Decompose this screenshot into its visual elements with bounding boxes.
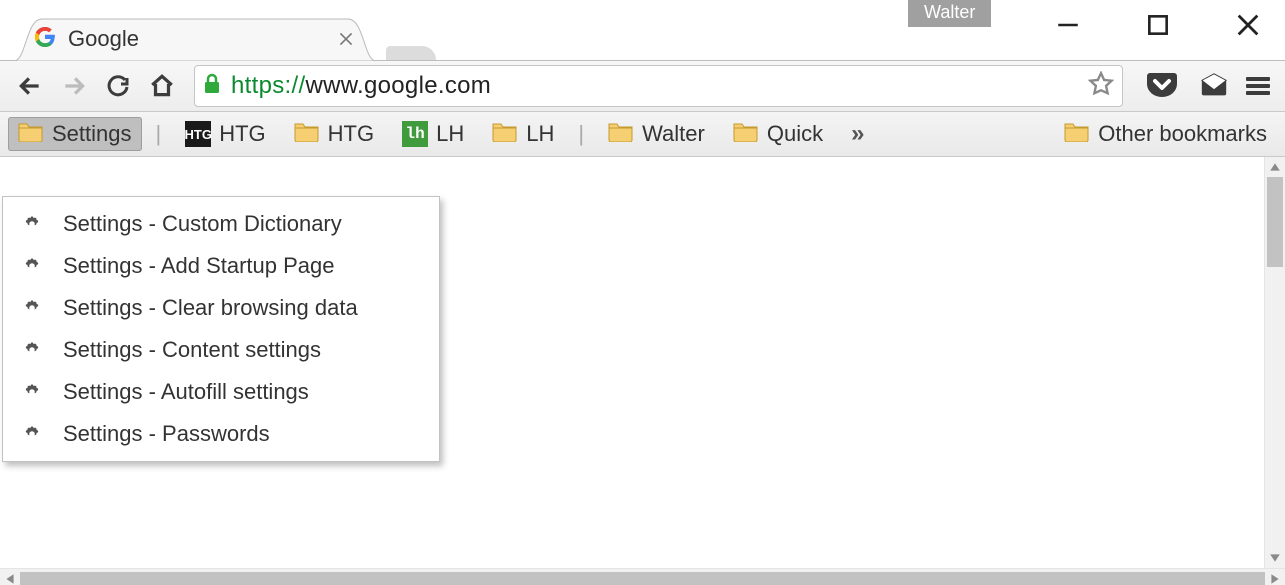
gear-icon <box>19 295 45 321</box>
extension-icons <box>1145 69 1231 103</box>
minimize-button[interactable] <box>1049 6 1087 44</box>
bookmark-label: HTG <box>219 121 265 147</box>
menu-item-autofill-settings[interactable]: Settings - Autofill settings <box>3 371 439 413</box>
back-button[interactable] <box>10 66 50 106</box>
vertical-scrollbar-thumb[interactable] <box>1267 177 1283 267</box>
url-host: www.google.com <box>305 72 491 99</box>
bookmark-label: Other bookmarks <box>1098 121 1267 147</box>
profile-name: Walter <box>924 2 975 22</box>
menu-item-passwords[interactable]: Settings - Passwords <box>3 413 439 455</box>
address-bar[interactable]: https://www.google.com <box>194 65 1123 107</box>
horizontal-scrollbar-thumb[interactable] <box>20 572 1265 585</box>
bookmark-folder-walter[interactable]: Walter <box>598 117 715 151</box>
pocket-extension-icon[interactable] <box>1145 69 1179 103</box>
bookmark-separator: | <box>150 121 168 147</box>
lock-icon <box>203 73 221 100</box>
folder-icon <box>18 120 44 148</box>
menu-item-custom-dictionary[interactable]: Settings - Custom Dictionary <box>3 203 439 245</box>
bookmark-label: Walter <box>642 121 705 147</box>
gear-icon <box>19 337 45 363</box>
gear-icon <box>19 211 45 237</box>
bookmark-folder-htg[interactable]: HTG <box>284 117 384 151</box>
menu-item-content-settings[interactable]: Settings - Content settings <box>3 329 439 371</box>
chrome-menu-button[interactable] <box>1241 69 1275 103</box>
bookmark-folder-quick[interactable]: Quick <box>723 117 833 151</box>
scroll-right-arrow-icon[interactable] <box>1265 569 1285 585</box>
window-titlebar: Walter Google <box>0 0 1285 61</box>
gear-icon <box>19 421 45 447</box>
browser-tab[interactable]: Google <box>14 17 376 61</box>
url-scheme: https <box>231 72 285 99</box>
scroll-left-arrow-icon[interactable] <box>0 569 20 585</box>
navigation-toolbar: https://www.google.com <box>0 61 1285 112</box>
horizontal-scrollbar[interactable] <box>0 568 1285 585</box>
gear-icon <box>19 379 45 405</box>
folder-icon <box>733 120 759 148</box>
reload-button[interactable] <box>98 66 138 106</box>
bookmarks-bar: Settings | HTG HTG HTG lh LH LH | Walter… <box>0 112 1285 157</box>
window-controls <box>1049 6 1267 44</box>
menu-item-label: Settings - Custom Dictionary <box>63 211 342 237</box>
google-favicon-icon <box>32 24 58 55</box>
folder-icon <box>294 120 320 148</box>
bookmark-label: LH <box>436 121 464 147</box>
menu-item-label: Settings - Add Startup Page <box>63 253 335 279</box>
tab-title: Google <box>68 26 139 52</box>
folder-icon <box>608 120 634 148</box>
menu-item-label: Settings - Content settings <box>63 337 321 363</box>
bookmark-label: HTG <box>328 121 374 147</box>
menu-item-clear-browsing-data[interactable]: Settings - Clear browsing data <box>3 287 439 329</box>
htg-favicon-icon: HTG <box>185 121 211 147</box>
folder-icon <box>1064 120 1090 148</box>
bookmark-star-button[interactable] <box>1088 71 1114 102</box>
vertical-scrollbar[interactable] <box>1264 157 1285 568</box>
bookmark-htg-site[interactable]: HTG HTG <box>175 118 275 150</box>
bookmark-folder-lh[interactable]: LH <box>482 117 564 151</box>
bookmark-folder-settings[interactable]: Settings <box>8 117 142 151</box>
bookmarks-overflow-button[interactable]: » <box>841 120 876 148</box>
mail-extension-icon[interactable] <box>1197 69 1231 103</box>
inactive-tab-hint[interactable] <box>386 46 436 60</box>
gear-icon <box>19 253 45 279</box>
settings-folder-dropdown: Settings - Custom Dictionary Settings - … <box>2 196 440 462</box>
profile-chip[interactable]: Walter <box>908 0 991 27</box>
bookmark-lh-site[interactable]: lh LH <box>392 118 474 150</box>
hamburger-icon <box>1246 77 1270 95</box>
url-colon: :// <box>285 72 306 99</box>
scroll-up-arrow-icon[interactable] <box>1265 157 1285 177</box>
scroll-down-arrow-icon[interactable] <box>1265 548 1285 568</box>
forward-button[interactable] <box>54 66 94 106</box>
url-text: https://www.google.com <box>231 72 491 100</box>
menu-item-label: Settings - Passwords <box>63 421 270 447</box>
maximize-button[interactable] <box>1139 6 1177 44</box>
menu-item-label: Settings - Clear browsing data <box>63 295 358 321</box>
folder-icon <box>492 120 518 148</box>
menu-item-label: Settings - Autofill settings <box>63 379 309 405</box>
tab-close-button[interactable] <box>334 27 358 51</box>
menu-item-add-startup-page[interactable]: Settings - Add Startup Page <box>3 245 439 287</box>
home-button[interactable] <box>142 66 182 106</box>
lh-favicon-icon: lh <box>402 121 428 147</box>
bookmark-separator: | <box>572 121 590 147</box>
other-bookmarks-button[interactable]: Other bookmarks <box>1054 117 1277 151</box>
bookmark-label: LH <box>526 121 554 147</box>
bookmark-label: Settings <box>52 121 132 147</box>
bookmark-label: Quick <box>767 121 823 147</box>
close-window-button[interactable] <box>1229 6 1267 44</box>
